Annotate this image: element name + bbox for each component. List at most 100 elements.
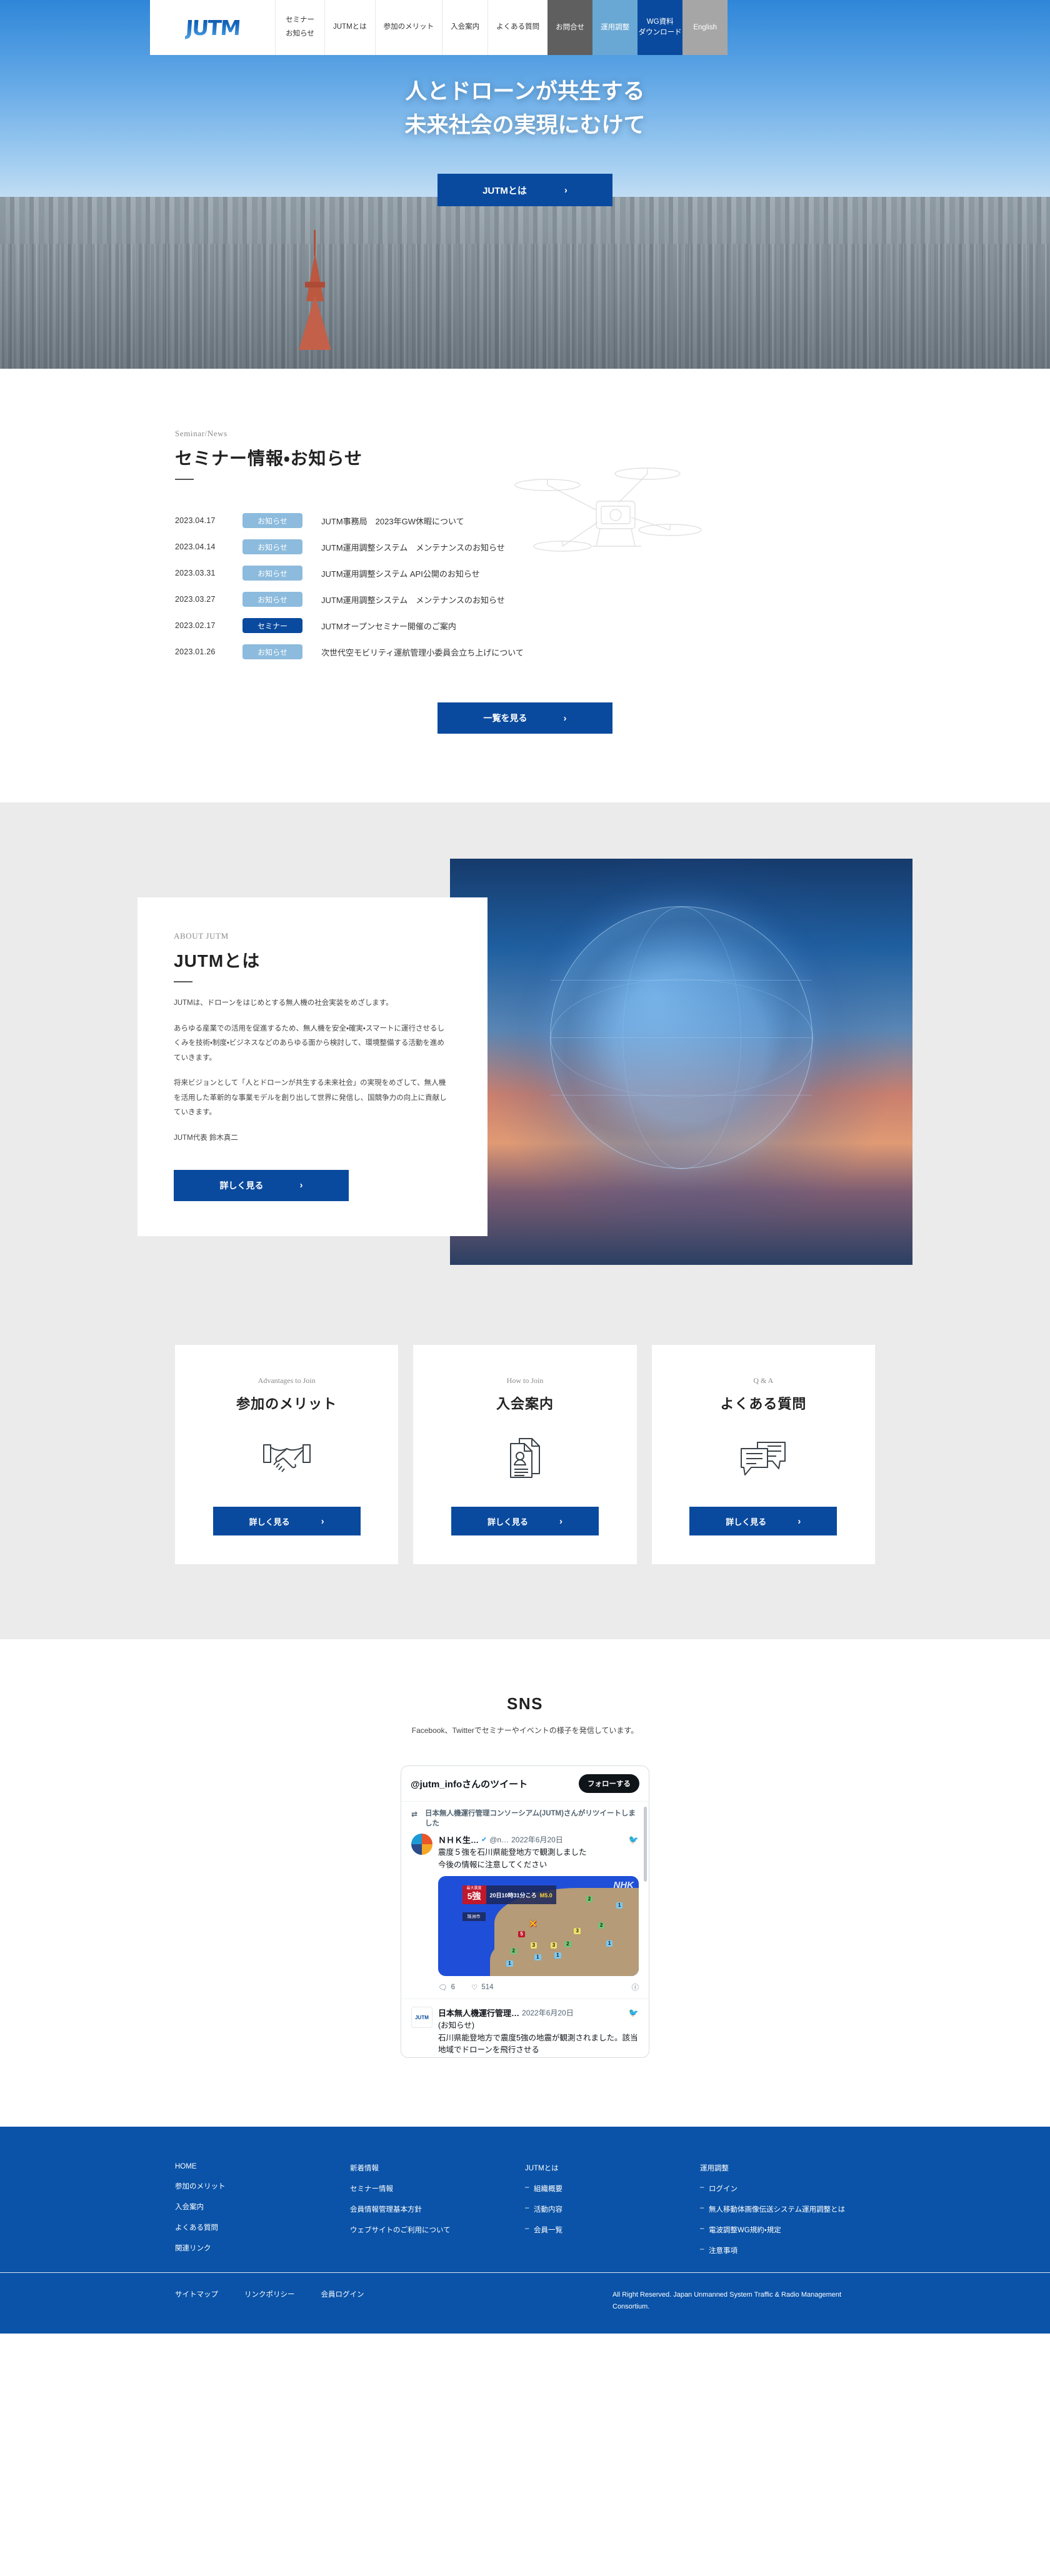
about-paragraph: 将来ビジョンとして「人とドローンが共生する未来社会」の実現をめざして、無人機を活… <box>174 1079 447 1117</box>
news-item[interactable]: 2023.01.26 お知らせ 次世代空モビリティ運航管理小委員会立ち上げについ… <box>175 639 875 665</box>
nav-label-line2: お知らせ <box>286 30 314 37</box>
card-cta-label: 詳しく見る <box>249 1517 290 1527</box>
handshake-icon <box>262 1434 312 1482</box>
nav-label: よくある質問 <box>496 23 540 31</box>
tweet-item[interactable]: JUTM 日本無人機運行管理… 2022年6月20日 🐦 (お知らせ) 石川県能… <box>401 1999 649 2057</box>
copyright-text: All Right Reserved. Japan Unmanned Syste… <box>612 2291 842 2310</box>
news-item[interactable]: 2023.02.17 セミナー JUTMオープンセミナー開催のご案内 <box>175 612 875 639</box>
card-cta-button[interactable]: 詳しく見る › <box>212 1507 361 1535</box>
card-cta-button[interactable]: 詳しく見る › <box>689 1507 838 1535</box>
retweet-notice: ⇄ 日本無人機運行管理コンソーシアム(JUTM)さんがリツイートしました <box>411 1809 639 1829</box>
nav-label: 入会案内 <box>451 23 480 31</box>
nav-item-how-to-join[interactable]: 入会案内 <box>442 0 488 55</box>
nav-button-contact[interactable]: お問合せ <box>548 0 593 55</box>
about-body: JUTMは、ドローンをはじめとする無人機の社会実装をめざします。 あらゆる産業で… <box>174 996 451 1146</box>
news-view-all-button[interactable]: 一覧を見る › <box>438 702 612 734</box>
footer-sublink-login[interactable]: ログイン <box>700 2184 875 2194</box>
news-date: 2023.03.31 <box>175 569 216 577</box>
nav-label-line1: セミナー <box>286 16 314 24</box>
footer-link-how-to-join[interactable]: 入会案内 <box>175 2202 350 2212</box>
reply-action[interactable]: 🗨 6 <box>438 1983 455 1992</box>
card-cta-label: 詳しく見る <box>487 1517 528 1527</box>
news-date: 2023.03.27 <box>175 595 216 604</box>
eq-city-label: 珠洲市 <box>462 1912 486 1921</box>
footer-link-faq[interactable]: よくある質問 <box>175 2222 350 2232</box>
twitter-timeline-body[interactable]: ⇄ 日本無人機運行管理コンソーシアム(JUTM)さんがリツイートしました ＮＨＫ… <box>401 1801 649 2057</box>
news-item-title: JUTM運用調整システム API公開のお知らせ <box>321 569 480 579</box>
tokyo-tower-icon <box>299 216 331 350</box>
news-item[interactable]: 2023.03.27 お知らせ JUTM運用調整システム メンテナンスのお知らせ <box>175 586 875 612</box>
news-item-title: JUTM運用調整システム メンテナンスのお知らせ <box>321 542 505 552</box>
hero-cta-button[interactable]: JUTMとは › <box>438 174 612 206</box>
nav-button-label: English <box>693 23 718 31</box>
card-faq[interactable]: Q & A よくある質問 詳しく見る › <box>651 1345 875 1564</box>
footer-link-related[interactable]: 関連リンク <box>175 2243 350 2253</box>
twitter-follow-button[interactable]: フォローする <box>579 1774 639 1793</box>
footer-link-operations[interactable]: 運用調整 <box>700 2163 875 2173</box>
twitter-widget-header: @jutm_infoさんのツイート フォローする <box>401 1766 649 1801</box>
nav-item-seminar-news[interactable]: セミナー お知らせ <box>275 0 324 55</box>
card-label-en: How to Join <box>506 1376 544 1385</box>
news-badge: お知らせ <box>242 566 302 581</box>
footer-link-advantages[interactable]: 参加のメリット <box>175 2181 350 2191</box>
footer-link-seminar-info[interactable]: セミナー情報 <box>350 2184 525 2194</box>
retweet-icon: ⇄ <box>411 1810 418 1819</box>
about-cta-button[interactable]: 詳しく見る › <box>174 1169 349 1201</box>
twitter-bird-icon: 🐦 <box>628 2007 639 2017</box>
news-section: Seminar/News セミナー情報・お知らせ 2023.04.17 お知らせ… <box>0 369 1050 802</box>
drone-illustration <box>514 467 702 552</box>
nav-item-advantages[interactable]: 参加のメリット <box>374 0 442 55</box>
skyline <box>0 197 1050 369</box>
nav-button-label-line2: ダウンロード <box>638 29 682 36</box>
footer-sublink-radio-wg-rules[interactable]: 電波調整WG規約・規定 <box>700 2225 875 2235</box>
document-person-icon <box>506 1434 544 1482</box>
tweet-item[interactable]: ⇄ 日本無人機運行管理コンソーシアム(JUTM)さんがリツイートしました ＮＨＫ… <box>401 1802 649 2000</box>
card-label-en: Q & A <box>753 1376 774 1385</box>
card-how-to-join[interactable]: How to Join 入会案内 詳しく見る › <box>413 1345 637 1564</box>
site-logo[interactable]: JUTM <box>150 0 275 55</box>
verified-badge-icon: ✔ <box>481 1836 488 1844</box>
about-label-en: ABOUT JUTM <box>174 931 229 941</box>
tweet-handle: @n… <box>489 1835 509 1844</box>
card-title: 参加のメリット <box>236 1396 338 1412</box>
hero-headline-line2: 未来社会の実現にむけて <box>404 113 646 138</box>
footer-sublink-member-list[interactable]: 会員一覧 <box>525 2225 700 2235</box>
like-action[interactable]: ♡ 514 <box>471 1983 494 1992</box>
about-title: JUTMとは <box>174 951 261 971</box>
nav-button-operations[interactable]: 運用調整 <box>592 0 638 55</box>
footer-link-new-info[interactable]: 新着情報 <box>350 2163 525 2173</box>
logo-text: JUTM <box>184 15 241 40</box>
nav-item-faq[interactable]: よくある質問 <box>488 0 548 55</box>
footer-sublink-activities[interactable]: 活動内容 <box>525 2204 700 2214</box>
footer-column-operations: 運用調整 ログイン 無人移動体画像伝送システム運用調整とは 電波調整WG規約・規… <box>700 2163 875 2266</box>
info-icon[interactable]: ⓘ <box>632 1982 639 1992</box>
footer-sublink-notes[interactable]: 注意事項 <box>700 2245 875 2255</box>
like-count: 514 <box>481 1984 494 1992</box>
tweet-date: 2022年6月20日 <box>511 1835 563 1845</box>
footer-link-link-policy[interactable]: リンクポリシー <box>244 2289 295 2299</box>
tweet-media-earthquake-map[interactable]: NHK 最大震度 5強 20日10時31分ころ M5.0 珠洲市 ✕ 5 2 1… <box>438 1876 639 1977</box>
news-item-title: 次世代空モビリティ運航管理小委員会立ち上げについて <box>321 647 524 657</box>
footer-link-member-login[interactable]: 会員ログイン <box>321 2289 364 2299</box>
card-cta-button[interactable]: 詳しく見る › <box>451 1507 599 1535</box>
reply-icon: 🗨 <box>438 1984 448 1992</box>
tweet-author: 日本無人機運行管理… <box>438 2009 520 2019</box>
footer-link-about-jutm[interactable]: JUTMとは <box>525 2163 700 2173</box>
card-advantages-to-join[interactable]: Advantages to Join 参加のメリット 詳しく見る › <box>175 1345 399 1564</box>
title-underline <box>174 981 192 982</box>
nav-button-wg-download[interactable]: WG資料 ダウンロード <box>638 0 683 55</box>
footer-link-privacy-policy[interactable]: 会員情報管理基本方針 <box>350 2204 525 2214</box>
footer-link-sitemap[interactable]: サイトマップ <box>175 2289 218 2299</box>
footer-link-terms[interactable]: ウェブサイトのご利用について <box>350 2225 525 2235</box>
footer-sublink-organization[interactable]: 組織概要 <box>525 2184 700 2194</box>
twitter-bird-icon: 🐦 <box>628 1834 639 1844</box>
timeline-scrollbar[interactable] <box>644 1807 647 1882</box>
nav-item-about-jutm[interactable]: JUTMとは <box>324 0 375 55</box>
heart-icon: ♡ <box>471 1984 478 1992</box>
epicenter-marker-icon: ✕ <box>528 1918 538 1930</box>
footer-column-about: JUTMとは 組織概要 活動内容 会員一覧 <box>525 2163 700 2266</box>
footer-link-home[interactable]: HOME <box>175 2163 350 2170</box>
news-item-title: JUTMオープンセミナー開催のご案内 <box>321 621 456 631</box>
footer-sublink-image-transmission[interactable]: 無人移動体画像伝送システム運用調整とは <box>700 2204 875 2214</box>
nav-button-english[interactable]: English <box>682 0 728 55</box>
